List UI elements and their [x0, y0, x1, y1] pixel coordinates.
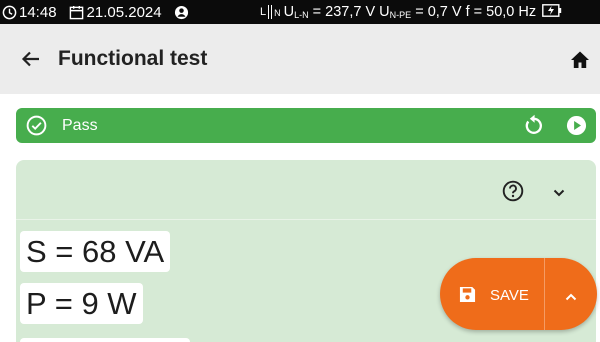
active-power-value: P = 9 W — [20, 283, 143, 324]
u-ln-prefix: U — [283, 4, 295, 20]
status-date: 21.05.2024 — [86, 3, 162, 21]
check-circle-icon — [26, 115, 47, 136]
mains-readout: L N U L-N = 237,7 V U N-PE = 0,7 V f = 50,… — [260, 0, 562, 24]
plug-l-label: L — [260, 6, 267, 18]
result-bar: Pass — [16, 108, 596, 143]
user-icon — [174, 5, 189, 20]
help-circle-icon[interactable] — [502, 180, 524, 202]
save-fab: SAVE — [440, 258, 597, 330]
next-value-partial — [20, 338, 190, 342]
u-npe-prefix: U — [379, 4, 390, 20]
u-ln-value: = 237,7 V — [308, 4, 380, 20]
plug-n-label: N — [274, 8, 281, 18]
page-title: Functional test — [58, 47, 208, 70]
u-ln-sub: L-N — [294, 10, 309, 20]
clock-icon — [2, 5, 17, 20]
arrow-back-icon[interactable] — [20, 48, 42, 70]
redo-icon[interactable] — [523, 114, 545, 136]
calendar-icon — [69, 5, 84, 20]
chevron-down-icon[interactable] — [552, 185, 566, 197]
status-time: 14:48 — [19, 3, 57, 21]
apparent-power-value: S = 68 VA — [20, 231, 171, 272]
battery-charging-icon — [542, 3, 562, 21]
chevron-up-icon[interactable] — [564, 289, 578, 301]
panel-header — [16, 160, 596, 220]
save-button[interactable]: SAVE — [490, 287, 529, 304]
u-npe-sub: N-PE — [389, 10, 412, 20]
status-bar: 14:48 21.05.2024 L N U L-N = 237,7 V U N-P… — [0, 0, 600, 24]
fab-divider — [544, 258, 545, 330]
floppy-icon[interactable] — [459, 286, 476, 303]
frequency: f = 50,0 Hz — [465, 4, 537, 20]
home-icon[interactable] — [570, 50, 590, 70]
result-label: Pass — [62, 117, 98, 134]
play-circle-icon[interactable] — [566, 115, 587, 136]
u-npe-value: = 0,7 V — [411, 4, 466, 20]
app-bar: Functional test — [0, 24, 600, 94]
